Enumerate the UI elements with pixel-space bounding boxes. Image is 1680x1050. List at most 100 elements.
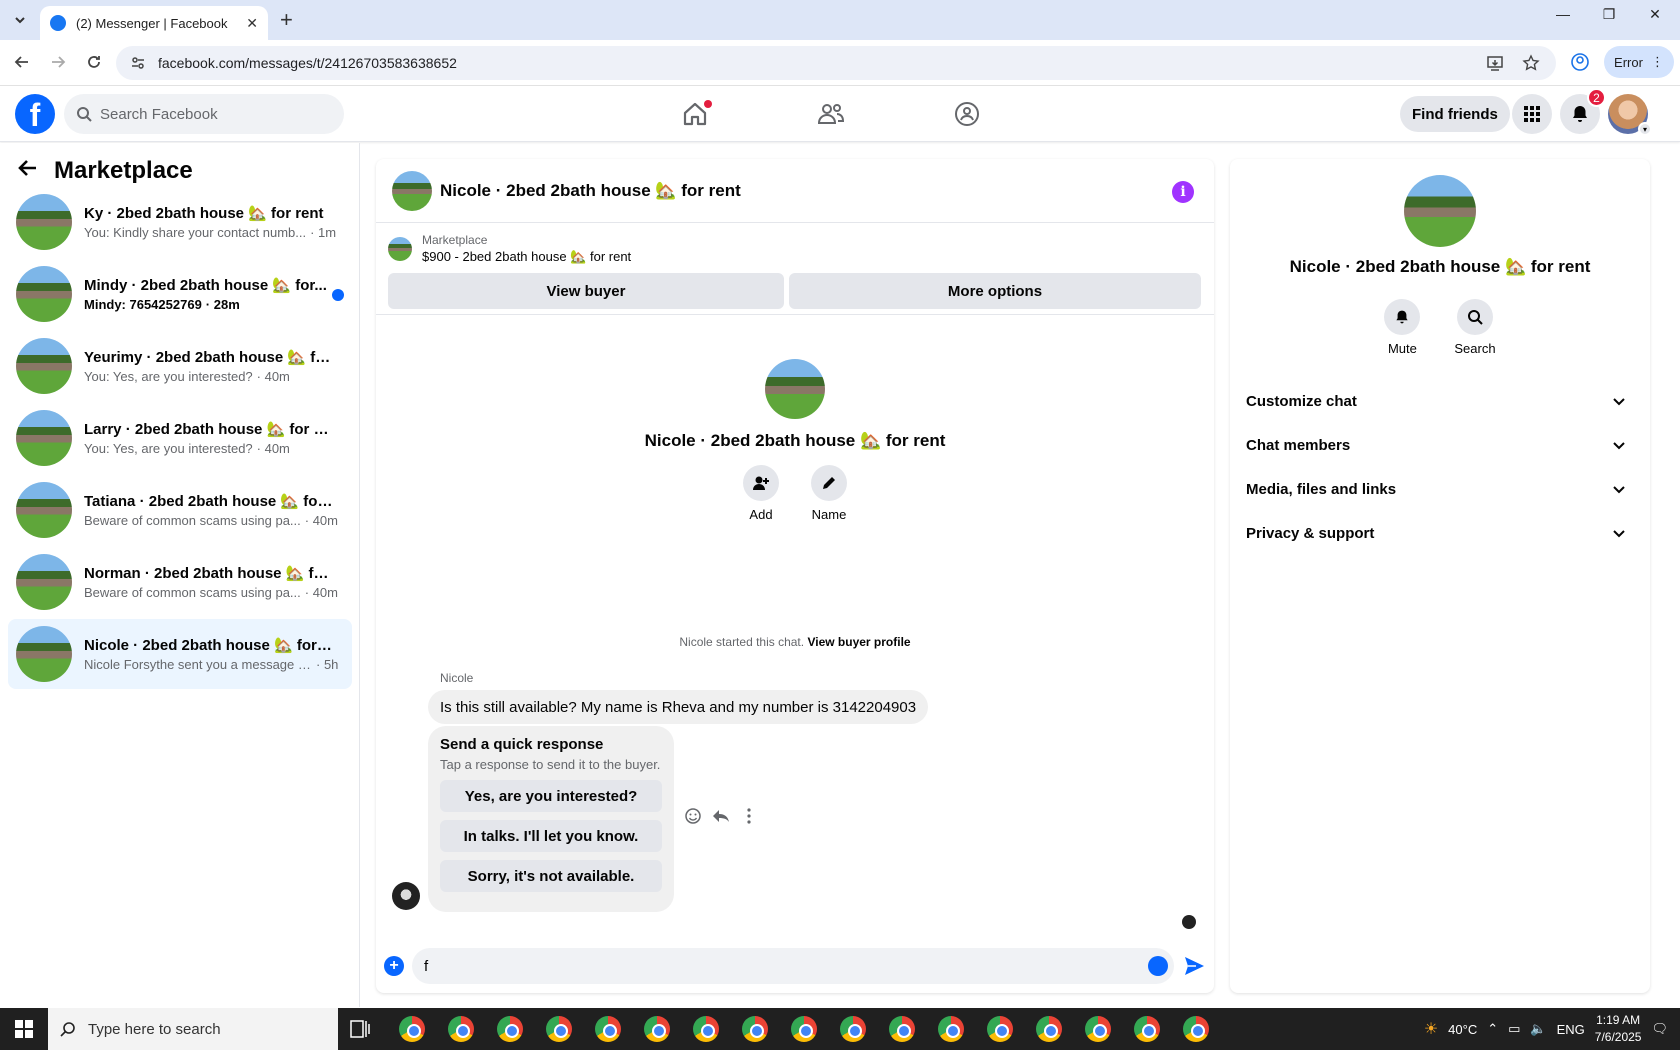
restore-button[interactable]: ❐ bbox=[1594, 6, 1624, 23]
notifications-button[interactable]: 2 bbox=[1560, 88, 1606, 134]
chrome-taskbar-icon[interactable] bbox=[1036, 1016, 1062, 1042]
chrome-taskbar-icon[interactable] bbox=[889, 1016, 915, 1042]
temperature[interactable]: 40°C bbox=[1448, 1022, 1477, 1037]
info-avatar[interactable] bbox=[1404, 175, 1476, 247]
windows-taskbar: ☀ 40°C ⌃ ▭ 🔈 ENG 1:19 AM 7/6/2025 🗨 bbox=[0, 1008, 1680, 1050]
chrome-taskbar-icon[interactable] bbox=[840, 1016, 866, 1042]
privacy-support-section[interactable]: Privacy & support bbox=[1246, 511, 1634, 555]
search-conversation-button[interactable]: Search bbox=[1454, 299, 1496, 356]
more-options-button[interactable]: More options bbox=[789, 273, 1201, 309]
emoji-icon[interactable] bbox=[1148, 956, 1168, 976]
install-app-icon[interactable] bbox=[1486, 54, 1504, 72]
forward-button[interactable] bbox=[46, 50, 70, 74]
message-bubble[interactable]: Is this still available? My name is Rhev… bbox=[428, 690, 929, 724]
address-bar[interactable]: facebook.com/messages/t/2412670358363865… bbox=[116, 46, 1556, 80]
chrome-taskbar-icon[interactable] bbox=[938, 1016, 964, 1042]
chrome-taskbar-icon[interactable] bbox=[546, 1016, 572, 1042]
message-text: Is this still available? My name is Rhev… bbox=[440, 698, 917, 716]
mute-button[interactable]: Mute bbox=[1384, 299, 1421, 356]
started-text: Nicole started this chat. bbox=[679, 635, 805, 649]
taskbar-search-input[interactable] bbox=[88, 1020, 268, 1038]
nav-friends[interactable] bbox=[776, 94, 886, 134]
site-settings-icon[interactable] bbox=[130, 55, 146, 71]
profile-error-button[interactable]: Error ⋮ bbox=[1604, 46, 1674, 78]
start-button[interactable] bbox=[0, 1008, 48, 1050]
conversation-time: · 40m bbox=[304, 513, 338, 528]
account-avatar[interactable]: ▾ bbox=[1608, 94, 1652, 136]
language-indicator[interactable]: ENG bbox=[1557, 1022, 1585, 1037]
find-friends-button[interactable]: Find friends bbox=[1400, 96, 1510, 132]
chrome-taskbar-icon[interactable] bbox=[595, 1016, 621, 1042]
weather-icon[interactable]: ☀ bbox=[1424, 1019, 1438, 1039]
conversation-item[interactable]: Mindy · 2bed 2bath house 🏡 for... Mindy: … bbox=[8, 259, 352, 329]
info-icon[interactable]: i bbox=[1172, 181, 1194, 203]
listing-info[interactable]: Marketplace $900 - 2bed 2bath house 🏡 fo… bbox=[388, 233, 631, 265]
chrome-taskbar-icon[interactable] bbox=[1134, 1016, 1160, 1042]
url-text[interactable]: facebook.com/messages/t/2412670358363865… bbox=[158, 55, 457, 71]
reply-icon[interactable] bbox=[712, 807, 730, 825]
volume-icon[interactable]: 🔈 bbox=[1530, 1021, 1546, 1037]
more-vertical-icon[interactable] bbox=[740, 807, 758, 825]
minimize-button[interactable]: — bbox=[1548, 6, 1578, 22]
facebook-search[interactable] bbox=[64, 94, 344, 134]
chrome-taskbar-icon[interactable] bbox=[1085, 1016, 1111, 1042]
browser-tab-messenger[interactable]: (2) Messenger | Facebook ✕ bbox=[40, 6, 268, 40]
tab-search-button[interactable] bbox=[8, 8, 32, 32]
chat-avatar[interactable] bbox=[392, 170, 432, 211]
account-icon[interactable] bbox=[1570, 52, 1590, 72]
message-input-wrapper[interactable] bbox=[412, 948, 1174, 984]
network-icon[interactable]: ▭ bbox=[1508, 1021, 1520, 1037]
nav-groups[interactable] bbox=[912, 94, 1022, 134]
conversation-item[interactable]: Nicole · 2bed 2bath house 🏡 for r... Nico… bbox=[8, 619, 352, 689]
sender-avatar[interactable] bbox=[392, 882, 420, 910]
close-window-button[interactable]: ✕ bbox=[1640, 6, 1670, 23]
clock[interactable]: 1:19 AM 7/6/2025 bbox=[1595, 1012, 1642, 1046]
facebook-search-input[interactable] bbox=[100, 105, 320, 123]
task-view-icon[interactable] bbox=[348, 1018, 372, 1040]
new-tab-button[interactable]: + bbox=[280, 8, 293, 32]
message-input[interactable] bbox=[424, 957, 1104, 975]
facebook-logo-icon[interactable]: f bbox=[15, 94, 55, 134]
back-arrow-icon[interactable] bbox=[18, 158, 38, 184]
chrome-taskbar-icon[interactable] bbox=[644, 1016, 670, 1042]
quick-reply-in-talks[interactable]: In talks. I'll let you know. bbox=[440, 820, 662, 852]
conversation-item[interactable]: Ky · 2bed 2bath house 🏡 for rent You: Kin… bbox=[8, 187, 352, 257]
chrome-taskbar-icon[interactable] bbox=[987, 1016, 1013, 1042]
conversation-item[interactable]: Tatiana · 2bed 2bath house 🏡 for ... Bewa… bbox=[8, 475, 352, 545]
chrome-taskbar-icon[interactable] bbox=[1183, 1016, 1209, 1042]
customize-chat-section[interactable]: Customize chat bbox=[1246, 379, 1634, 423]
nav-home[interactable] bbox=[640, 94, 750, 134]
bell-icon bbox=[1573, 106, 1587, 122]
send-icon[interactable] bbox=[1182, 954, 1206, 978]
bookmark-star-icon[interactable] bbox=[1522, 54, 1540, 72]
back-button[interactable] bbox=[10, 50, 34, 74]
chrome-taskbar-icon[interactable] bbox=[448, 1016, 474, 1042]
reload-button[interactable] bbox=[82, 50, 106, 74]
conversation-item[interactable]: Norman · 2bed 2bath house 🏡 fo... Beware … bbox=[8, 547, 352, 617]
view-buyer-button[interactable]: View buyer bbox=[388, 273, 784, 309]
chevron-up-icon[interactable]: ⌃ bbox=[1487, 1021, 1498, 1037]
conversation-item[interactable]: Larry · 2bed 2bath house 🏡 for rent You: … bbox=[8, 403, 352, 473]
menu-button[interactable] bbox=[1512, 94, 1552, 134]
quick-reply-interested[interactable]: Yes, are you interested? bbox=[440, 780, 662, 812]
more-options-label: More options bbox=[947, 282, 1043, 300]
view-buyer-profile-link[interactable]: View buyer profile bbox=[807, 635, 910, 649]
chat-title[interactable]: Nicole · 2bed 2bath house 🏡 for rent bbox=[440, 181, 741, 201]
react-emoji-icon[interactable] bbox=[684, 807, 702, 825]
media-files-section[interactable]: Media, files and links bbox=[1246, 467, 1634, 511]
chrome-taskbar-icon[interactable] bbox=[742, 1016, 768, 1042]
conversation-avatar bbox=[16, 338, 72, 394]
plus-icon[interactable]: + bbox=[384, 956, 404, 976]
tab-close-icon[interactable]: ✕ bbox=[246, 15, 258, 32]
chrome-taskbar-icon[interactable] bbox=[791, 1016, 817, 1042]
taskbar-search[interactable] bbox=[48, 1008, 338, 1050]
chrome-taskbar-icon[interactable] bbox=[693, 1016, 719, 1042]
notification-center-icon[interactable]: 🗨 bbox=[1651, 1021, 1668, 1037]
chat-members-section[interactable]: Chat members bbox=[1246, 423, 1634, 467]
edit-name-button[interactable]: Name bbox=[811, 465, 847, 522]
chrome-taskbar-icon[interactable] bbox=[399, 1016, 425, 1042]
add-member-button[interactable]: Add bbox=[743, 465, 779, 522]
quick-reply-not-available[interactable]: Sorry, it's not available. bbox=[440, 860, 662, 892]
conversation-item[interactable]: Yeurimy · 2bed 2bath house 🏡 for... You: … bbox=[8, 331, 352, 401]
chrome-taskbar-icon[interactable] bbox=[497, 1016, 523, 1042]
